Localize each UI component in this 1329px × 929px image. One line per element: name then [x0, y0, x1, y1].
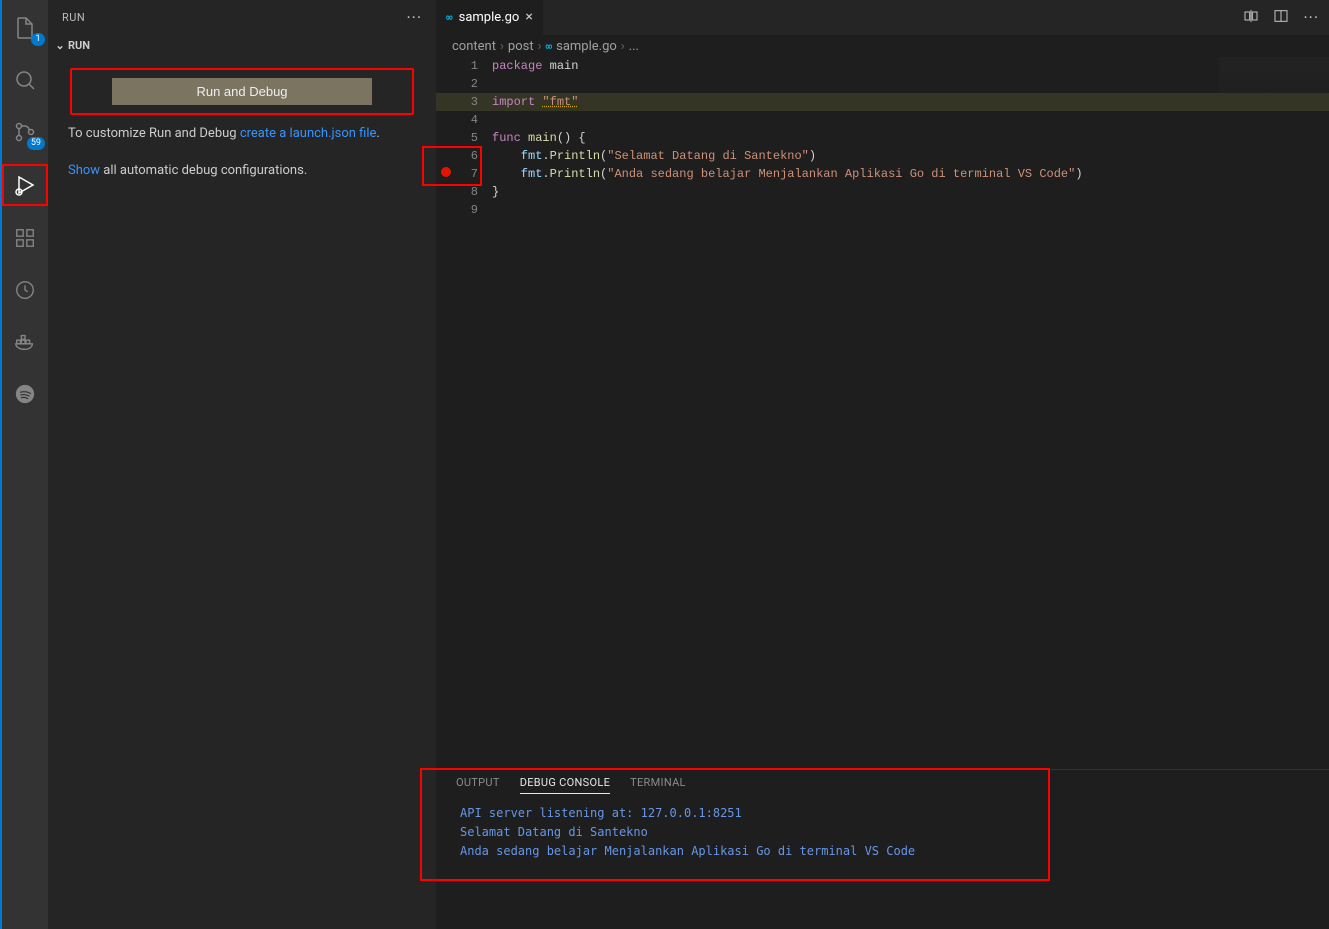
tab-debug-console[interactable]: DEBUG CONSOLE — [520, 776, 610, 794]
run-debug-icon[interactable] — [4, 166, 46, 204]
tab-actions: ··· — [1243, 0, 1329, 35]
tab-terminal[interactable]: TERMINAL — [630, 776, 686, 794]
scm-badge: 59 — [27, 137, 45, 150]
run-debug-highlight — [2, 164, 48, 206]
breakpoint-icon[interactable] — [441, 167, 451, 177]
chevron-right-icon: › — [500, 39, 504, 54]
breadcrumbs[interactable]: content › post › ∞ sample.go › ... — [436, 35, 1329, 57]
editor-main: ∞ sample.go × ··· content › post › ∞ sam… — [436, 0, 1329, 929]
chevron-down-icon: ⌄ — [52, 39, 68, 52]
editor-area[interactable]: 1package main 2 3import "fmt" 4 5func ma… — [436, 57, 1329, 769]
breadcrumb-seg[interactable]: content — [452, 39, 496, 54]
explorer-icon[interactable]: 1 — [1, 8, 49, 48]
tab-more-icon[interactable]: ··· — [1303, 8, 1319, 27]
go-file-icon: ∞ — [545, 40, 552, 53]
console-line: Anda sedang belajar Menjalankan Aplikasi… — [460, 842, 1305, 861]
run-sidebar: RUN ··· ⌄ RUN Run and Debug To customize… — [48, 0, 436, 929]
activity-bar: 1 59 — [0, 0, 48, 929]
minimap[interactable] — [1219, 57, 1329, 107]
console-line: Selamat Datang di Santekno — [460, 823, 1305, 842]
run-section-header[interactable]: ⌄ RUN — [48, 34, 436, 56]
show-configs-text: Show all automatic debug configurations. — [48, 143, 436, 178]
run-and-debug-button[interactable]: Run and Debug — [112, 78, 372, 105]
sidebar-title: RUN — [62, 11, 85, 24]
customize-text: To customize Run and Debug create a laun… — [48, 125, 436, 143]
debug-console-output: API server listening at: 127.0.0.1:8251 … — [436, 800, 1329, 865]
breadcrumb-seg[interactable]: sample.go — [556, 39, 617, 54]
extensions-icon[interactable] — [1, 218, 49, 258]
panel-tabs: OUTPUT DEBUG CONSOLE TERMINAL — [436, 770, 1329, 800]
split-editor-icon[interactable] — [1273, 8, 1289, 28]
compare-icon[interactable] — [1243, 8, 1259, 28]
tab-bar: ∞ sample.go × ··· — [436, 0, 1329, 35]
docker-icon[interactable] — [1, 322, 49, 362]
bottom-panel: OUTPUT DEBUG CONSOLE TERMINAL API server… — [436, 769, 1329, 929]
breadcrumb-seg[interactable]: post — [508, 39, 534, 54]
go-file-icon: ∞ — [446, 11, 453, 24]
spotify-icon[interactable] — [1, 374, 49, 414]
close-icon[interactable]: × — [525, 9, 532, 25]
tab-sample-go[interactable]: ∞ sample.go × — [436, 0, 544, 35]
tab-label: sample.go — [459, 10, 520, 25]
chevron-right-icon: › — [621, 39, 625, 54]
explorer-badge: 1 — [31, 33, 45, 46]
sidebar-header: RUN ··· — [48, 0, 436, 34]
create-launch-json-link[interactable]: create a launch.json file — [240, 126, 377, 141]
console-line: API server listening at: 127.0.0.1:8251 — [460, 804, 1305, 823]
tab-output[interactable]: OUTPUT — [456, 776, 500, 794]
source-control-icon[interactable]: 59 — [1, 112, 49, 152]
search-icon[interactable] — [1, 60, 49, 100]
show-configs-link[interactable]: Show — [68, 163, 100, 178]
run-debug-highlight-box: Run and Debug — [70, 68, 414, 115]
more-icon[interactable]: ··· — [406, 8, 422, 27]
timeline-icon[interactable] — [1, 270, 49, 310]
chevron-right-icon: › — [538, 39, 542, 54]
section-label: RUN — [68, 39, 90, 52]
breadcrumb-seg[interactable]: ... — [629, 39, 639, 54]
